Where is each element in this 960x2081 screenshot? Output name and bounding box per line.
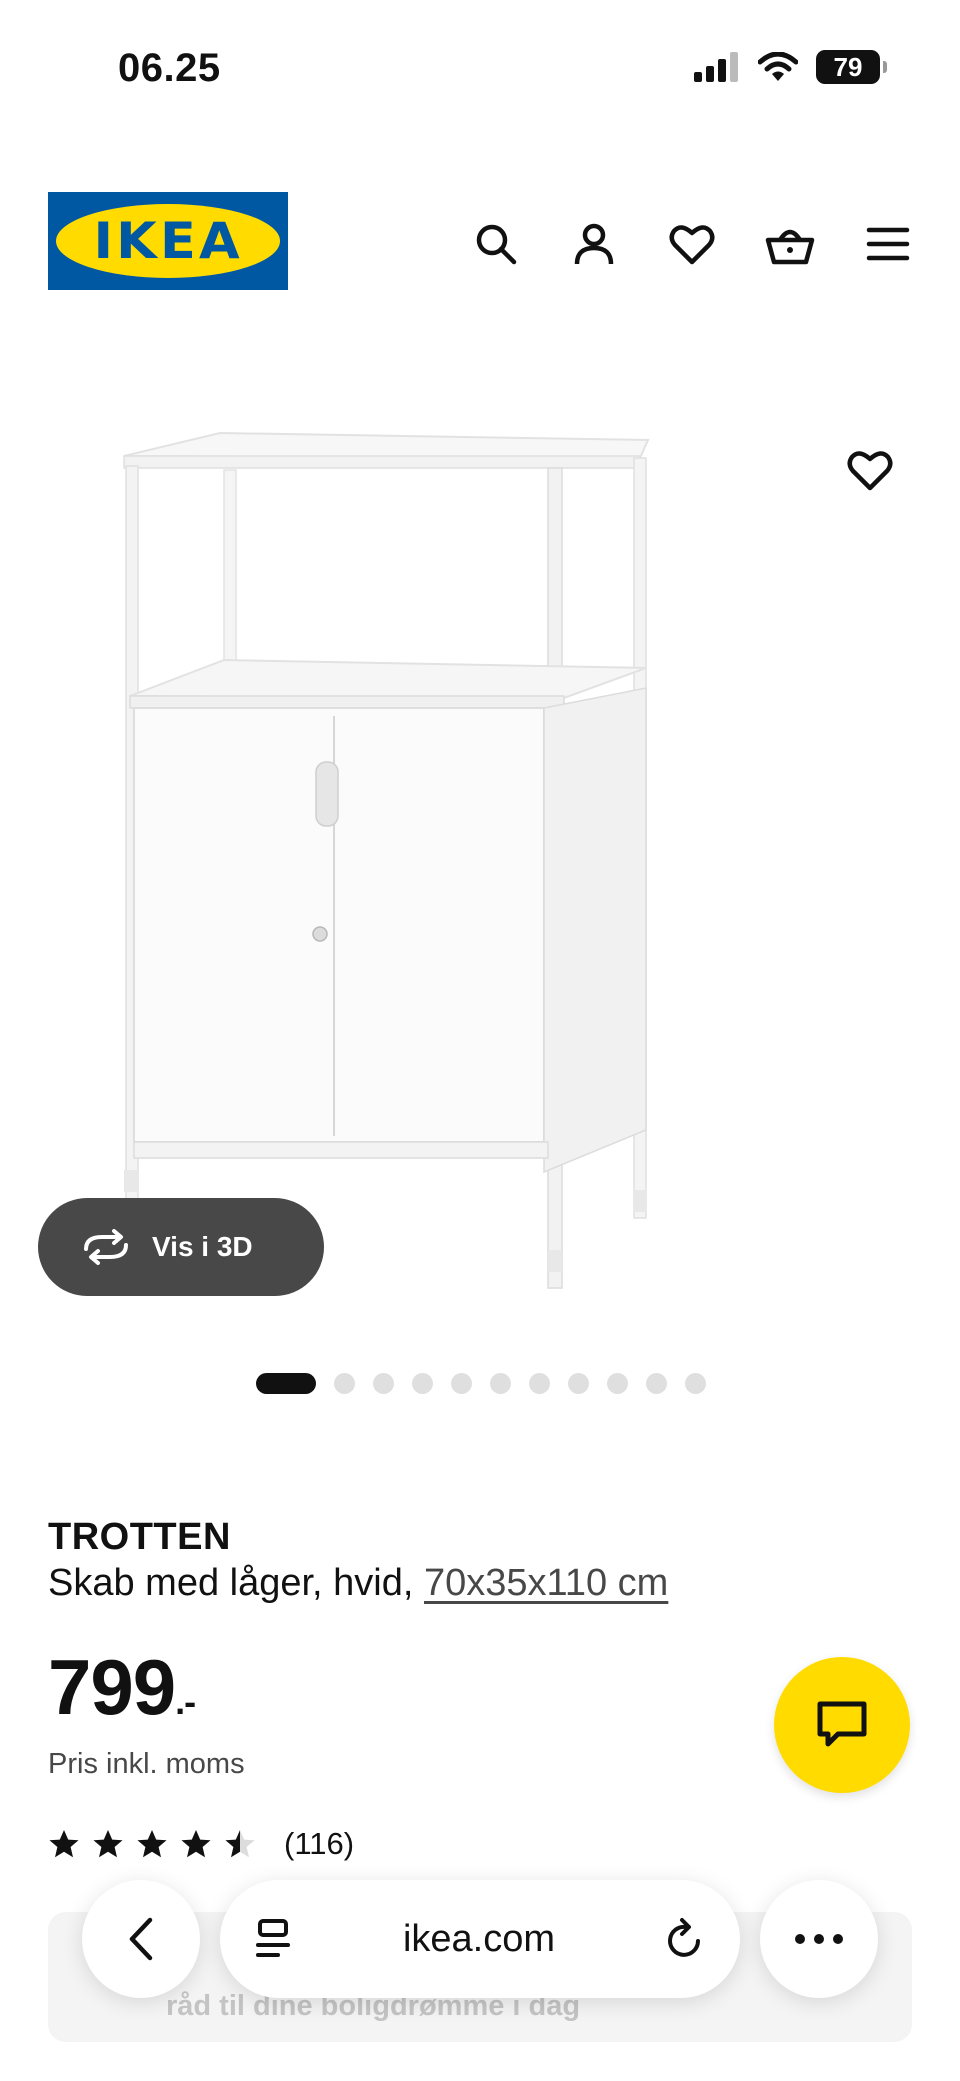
favorite-icon[interactable] bbox=[840, 440, 900, 500]
product-gallery[interactable]: Vis i 3D bbox=[0, 330, 960, 1394]
carousel-pagination[interactable] bbox=[256, 1373, 706, 1394]
product-rating[interactable]: (116) bbox=[48, 1826, 354, 1862]
price-suffix: .- bbox=[175, 1681, 196, 1722]
search-icon[interactable] bbox=[468, 216, 524, 272]
logo-oval: IKEA bbox=[56, 204, 280, 278]
star-icon bbox=[225, 1830, 255, 1858]
battery-indicator: 79 bbox=[816, 50, 887, 84]
account-icon[interactable] bbox=[566, 216, 622, 272]
heart-icon[interactable] bbox=[664, 216, 720, 272]
basket-icon[interactable] bbox=[762, 216, 818, 272]
product-size-link[interactable]: 70x35x110 cm bbox=[424, 1562, 668, 1604]
ikea-logo[interactable]: IKEA bbox=[48, 192, 288, 290]
status-icons: 79 bbox=[694, 50, 887, 84]
carousel-dot[interactable] bbox=[685, 1373, 706, 1394]
carousel-dot[interactable] bbox=[607, 1373, 628, 1394]
carousel-dot[interactable] bbox=[451, 1373, 472, 1394]
product-description-text: Skab med låger, hvid, bbox=[48, 1562, 424, 1604]
star-icon bbox=[93, 1830, 123, 1858]
header-actions bbox=[468, 216, 916, 272]
price-value: 799 bbox=[48, 1643, 176, 1731]
carousel-dot[interactable] bbox=[412, 1373, 433, 1394]
rotate-3d-icon bbox=[84, 1229, 128, 1265]
product-price: 799.- bbox=[48, 1648, 196, 1726]
carousel-dot[interactable] bbox=[256, 1373, 316, 1394]
product-image bbox=[123, 431, 650, 1290]
wifi-icon bbox=[758, 52, 798, 81]
review-count: (116) bbox=[284, 1826, 355, 1861]
view-3d-button[interactable]: Vis i 3D bbox=[38, 1198, 324, 1296]
signal-icon bbox=[694, 52, 738, 82]
address-bar[interactable]: ikea.com bbox=[220, 1880, 740, 1998]
more-icon bbox=[795, 1934, 843, 1944]
carousel-dot[interactable] bbox=[373, 1373, 394, 1394]
carousel-dot[interactable] bbox=[646, 1373, 667, 1394]
page-menu-icon[interactable] bbox=[254, 1918, 294, 1960]
menu-icon[interactable] bbox=[860, 216, 916, 272]
chat-button[interactable] bbox=[774, 1657, 910, 1793]
reload-icon[interactable] bbox=[664, 1917, 706, 1961]
price-note: Pris inkl. moms bbox=[48, 1748, 245, 1780]
carousel-dot[interactable] bbox=[334, 1373, 355, 1394]
status-bar: 06.25 79 bbox=[0, 0, 960, 140]
product-name: TROTTEN bbox=[48, 1516, 231, 1558]
star-icon bbox=[181, 1830, 211, 1858]
browser-toolbar: ikea.com bbox=[0, 1860, 960, 2020]
carousel-dot[interactable] bbox=[490, 1373, 511, 1394]
carousel-dot[interactable] bbox=[529, 1373, 550, 1394]
product-description: Skab med låger, hvid, 70x35x110 cm bbox=[48, 1562, 668, 1605]
site-header: IKEA bbox=[0, 180, 960, 300]
back-button[interactable] bbox=[82, 1880, 200, 1998]
chevron-left-icon bbox=[129, 1917, 153, 1961]
star-icon bbox=[49, 1830, 79, 1858]
carousel-dot[interactable] bbox=[568, 1373, 589, 1394]
more-button[interactable] bbox=[760, 1880, 878, 1998]
star-icon bbox=[137, 1830, 167, 1858]
chat-icon bbox=[817, 1701, 867, 1747]
rating-stars bbox=[48, 1828, 256, 1860]
logo-text: IKEA bbox=[93, 212, 243, 270]
url-text: ikea.com bbox=[402, 1917, 556, 1960]
status-time: 06.25 bbox=[118, 46, 221, 90]
view-3d-label: Vis i 3D bbox=[152, 1231, 253, 1262]
